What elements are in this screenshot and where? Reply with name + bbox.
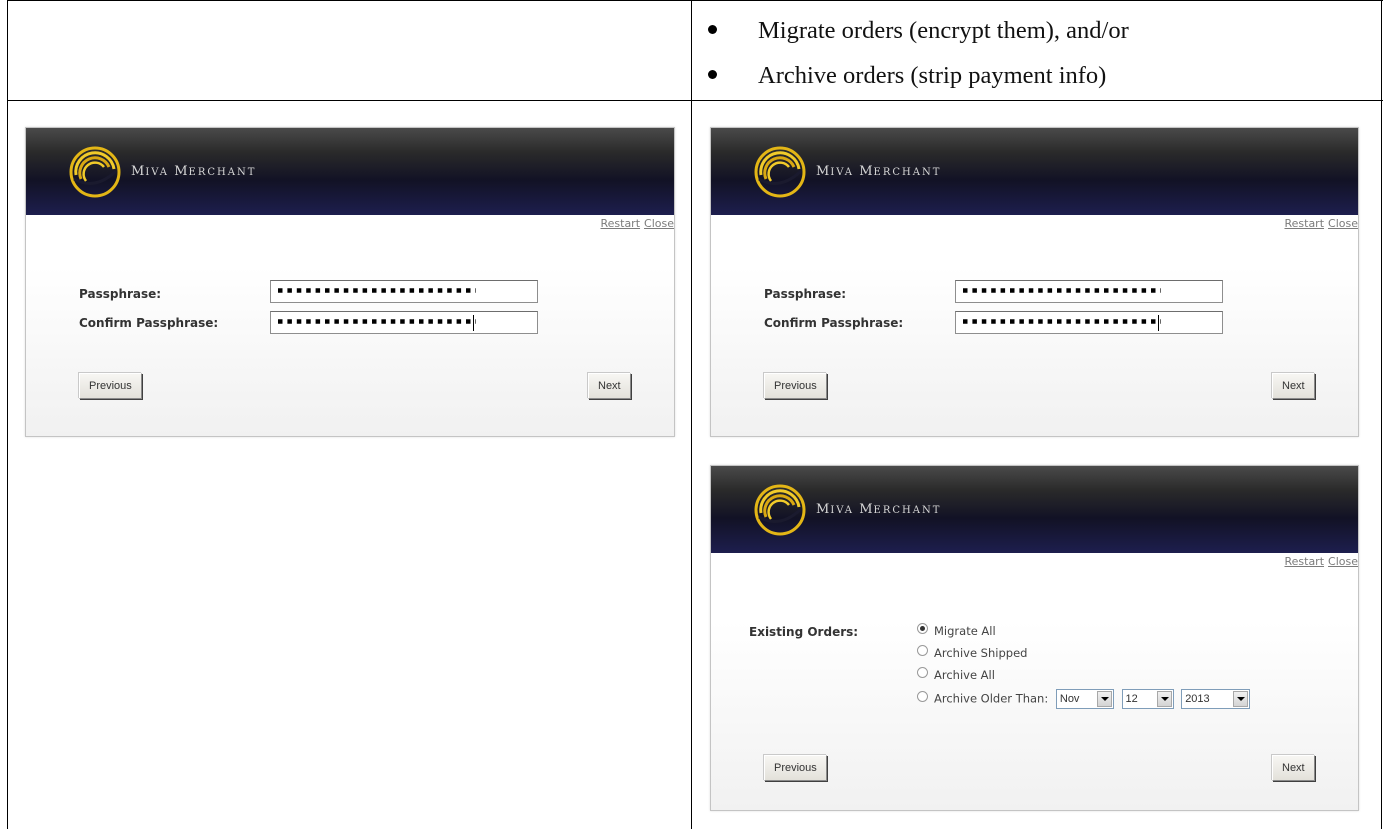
masked-text [963, 288, 1161, 293]
dialog-links: Restart Close [596, 217, 674, 230]
bullet-list: Migrate orders (encrypt them), and/or Ar… [692, 8, 1129, 98]
confirm-passphrase-input[interactable] [955, 311, 1223, 334]
chevron-down-icon[interactable] [1096, 691, 1112, 707]
miva-logo-icon [753, 483, 807, 537]
radio-unselected[interactable] [917, 645, 928, 656]
existing-orders-label: Existing Orders: [749, 625, 859, 639]
option-archive-shipped[interactable]: Archive Shipped [917, 645, 1027, 660]
confirm-passphrase-label: Confirm Passphrase: [79, 316, 219, 330]
chevron-down-icon[interactable] [1233, 691, 1249, 707]
restart-link[interactable]: Restart [1284, 217, 1324, 230]
close-link[interactable]: Close [644, 217, 674, 230]
month-select[interactable]: Nov [1055, 689, 1114, 709]
next-button[interactable]: Next [588, 373, 631, 399]
previous-button[interactable]: Previous [79, 373, 142, 399]
brand-name: MIVA MERCHANT [816, 502, 942, 517]
day-select[interactable]: 12 [1121, 689, 1174, 709]
radio-selected[interactable] [917, 623, 928, 634]
miva-banner: MIVA MERCHANT [711, 466, 1358, 553]
restart-link[interactable]: Restart [1284, 555, 1324, 568]
passphrase-input[interactable] [955, 280, 1223, 303]
table-border-right [1381, 0, 1382, 829]
table-row-divider [7, 100, 1383, 101]
table-border-middle [691, 0, 692, 829]
dialog-links: Restart Close [1280, 217, 1358, 230]
passphrase-label: Passphrase: [79, 287, 162, 301]
next-button[interactable]: Next [1272, 373, 1315, 399]
previous-button[interactable]: Previous [764, 755, 827, 781]
text-caret [1158, 315, 1159, 331]
miva-logo-icon [68, 145, 122, 199]
passphrase-label: Passphrase: [764, 287, 847, 301]
dialog-links: Restart Close [1280, 555, 1358, 568]
passphrase-dialog-left: MIVA MERCHANT Restart Close Passphrase: C… [25, 127, 675, 437]
existing-orders-dialog: MIVA MERCHANT Restart Close Existing Orde… [710, 465, 1359, 811]
miva-logo-icon [753, 145, 807, 199]
chevron-down-icon[interactable] [1156, 691, 1172, 707]
brand-name: MIVA MERCHANT [131, 164, 257, 179]
previous-button[interactable]: Previous [764, 373, 827, 399]
table-border-top [7, 0, 1383, 1]
masked-text [963, 319, 1161, 324]
year-select[interactable]: 2013 [1181, 689, 1251, 709]
close-link[interactable]: Close [1328, 555, 1358, 568]
restart-link[interactable]: Restart [600, 217, 640, 230]
radio-unselected[interactable] [917, 690, 928, 702]
option-migrate-all[interactable]: Migrate All [917, 623, 996, 638]
text-caret [473, 315, 474, 331]
miva-banner: MIVA MERCHANT [26, 128, 674, 215]
option-archive-older-than[interactable]: Archive Older Than: Nov 12 2013 [917, 689, 1251, 709]
bullet-item: Archive orders (strip payment info) [692, 53, 1129, 98]
masked-text [278, 319, 476, 324]
masked-text [278, 288, 476, 293]
confirm-passphrase-input[interactable] [270, 311, 538, 334]
miva-banner: MIVA MERCHANT [711, 128, 1358, 215]
option-archive-all[interactable]: Archive All [917, 667, 995, 682]
close-link[interactable]: Close [1328, 217, 1358, 230]
next-button[interactable]: Next [1272, 755, 1315, 781]
brand-name: MIVA MERCHANT [816, 164, 942, 179]
confirm-passphrase-label: Confirm Passphrase: [764, 316, 904, 330]
table-border-left [7, 0, 8, 829]
bullet-item: Migrate orders (encrypt them), and/or [692, 8, 1129, 53]
passphrase-input[interactable] [270, 280, 538, 303]
radio-unselected[interactable] [917, 667, 928, 678]
passphrase-dialog-right: MIVA MERCHANT Restart Close Passphrase: C… [710, 127, 1359, 437]
